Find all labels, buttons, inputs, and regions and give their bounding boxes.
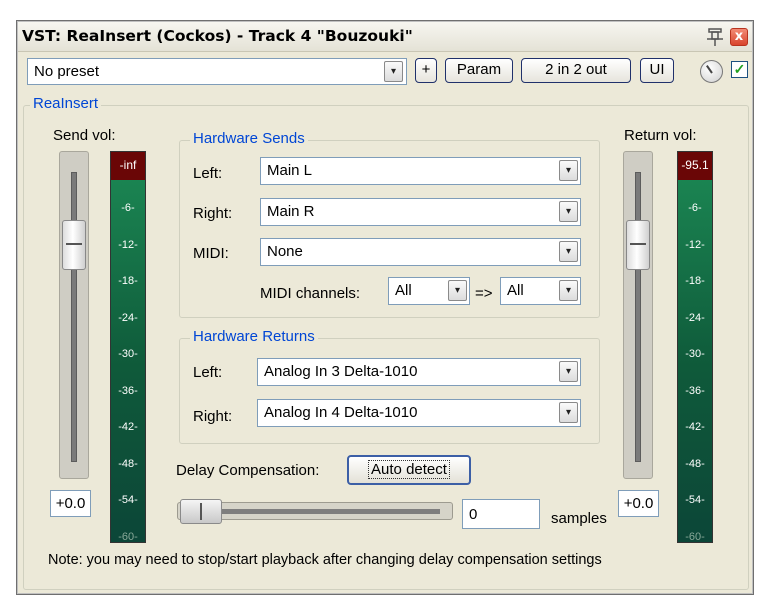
samples-unit-label: samples	[551, 510, 607, 527]
reainsert-group-label: ReaInsert	[30, 95, 102, 112]
sends-right-value: Main R	[267, 203, 315, 220]
meter-tick-label: -24-	[118, 311, 138, 324]
send-fader-slot	[71, 172, 77, 462]
title-bar[interactable]: VST: ReaInsert (Cockos) - Track 4 "Bouzo…	[18, 22, 752, 52]
meter-tick-label: -6-	[121, 202, 135, 214]
return-vol-input[interactable]: +0.0	[618, 490, 659, 517]
sends-left-value: Main L	[267, 162, 313, 179]
returns-left-select[interactable]: Analog In 3 Delta-1010 ▾	[257, 358, 581, 386]
meter-tick-label: -42-	[685, 421, 705, 433]
returns-right-select[interactable]: Analog In 4 Delta-1010 ▾	[257, 399, 581, 427]
midi-channel-from-select[interactable]: All ▾	[388, 277, 470, 305]
ui-button[interactable]: UI	[640, 58, 674, 83]
meter-tick-label: -54-	[685, 494, 705, 506]
param-button[interactable]: Param	[445, 58, 513, 83]
window-title: VST: ReaInsert (Cockos) - Track 4 "Bouzo…	[22, 27, 413, 45]
hardware-returns-group	[179, 338, 600, 444]
add-preset-button[interactable]: +	[415, 58, 437, 83]
samples-input[interactable]: 0	[462, 499, 540, 529]
chevron-down-icon[interactable]: ▾	[559, 280, 578, 301]
meter-tick-label: -60-	[685, 530, 705, 543]
meter-tick-label: -48-	[685, 457, 705, 470]
chevron-down-icon[interactable]: ▾	[559, 201, 578, 222]
meter-tick-label: -6-	[688, 202, 702, 214]
meter-tick-label: -60-	[118, 530, 138, 543]
close-button[interactable]: x	[730, 28, 748, 46]
meter-tick-label: -18-	[118, 275, 138, 287]
meter-tick-label: -36-	[118, 384, 138, 397]
midi-channel-to-select[interactable]: All ▾	[500, 277, 581, 305]
meter-tick-label: -54-	[118, 494, 138, 506]
hardware-sends-title: Hardware Sends	[190, 130, 308, 147]
chevron-down-icon[interactable]: ▾	[384, 61, 403, 82]
auto-detect-label: Auto detect	[368, 460, 450, 479]
meter-tick-label: -36-	[685, 384, 705, 397]
meter-tick-label: -30-	[685, 348, 705, 360]
pin-icon[interactable]	[706, 27, 724, 47]
sends-midi-value: None	[267, 243, 303, 260]
meter-tick-label: -18-	[685, 275, 705, 287]
chevron-down-icon[interactable]: ▾	[559, 241, 578, 262]
sends-left-select[interactable]: Main L ▾	[260, 157, 581, 185]
send-fader[interactable]	[59, 151, 89, 479]
return-fader-slot	[635, 172, 641, 462]
returns-right-value: Analog In 4 Delta-1010	[264, 404, 418, 421]
meter-tick-label: -12-	[118, 238, 138, 251]
delay-slider-slot	[198, 509, 440, 514]
sends-left-label: Left:	[193, 165, 223, 182]
meter-tick-label: -42-	[118, 421, 138, 433]
chevron-down-icon[interactable]: ▾	[559, 402, 578, 423]
midi-arrow: =>	[475, 285, 493, 302]
auto-detect-button[interactable]: Auto detect	[347, 455, 471, 485]
send-fader-thumb[interactable]	[62, 219, 86, 270]
bypass-checkbox[interactable]: ✓	[731, 61, 748, 78]
return-meter: -95.1 -6- -12- -18- -24- -30- -36- -42- -48- -54…	[677, 151, 713, 543]
chevron-down-icon[interactable]: ▾	[448, 280, 467, 301]
returns-left-value: Analog In 3 Delta-1010	[264, 363, 418, 380]
sends-midi-select[interactable]: None ▾	[260, 238, 581, 266]
send-meter-peak: -inf	[111, 152, 145, 180]
chevron-down-icon[interactable]: ▾	[559, 160, 578, 181]
delay-compensation-label: Delay Compensation:	[176, 462, 320, 479]
preset-select[interactable]: No preset ▾	[27, 58, 407, 85]
return-fader-thumb[interactable]	[626, 219, 650, 270]
returns-left-label: Left:	[193, 364, 223, 381]
wet-dry-knob[interactable]	[700, 60, 723, 83]
meter-tick-label: -24-	[685, 311, 705, 324]
return-fader[interactable]	[623, 151, 653, 479]
midi-channel-from-value: All	[395, 282, 412, 299]
note-text: Note: you may need to stop/start playbac…	[48, 552, 602, 568]
send-vol-input[interactable]: +0.0	[50, 490, 91, 517]
send-meter: -inf -6- -12- -18- -24- -30- -36- -42- -48- -54-…	[110, 151, 146, 543]
meter-tick-label: -12-	[685, 238, 705, 251]
returns-right-label: Right:	[193, 408, 233, 425]
samples-value: 0	[469, 506, 478, 523]
midi-channel-to-value: All	[507, 282, 524, 299]
send-vol-label: Send vol:	[53, 127, 116, 144]
midi-channels-label: MIDI channels:	[260, 285, 361, 302]
return-vol-label: Return vol:	[624, 127, 697, 144]
meter-tick-label: -30-	[118, 348, 138, 360]
delay-slider[interactable]	[177, 499, 453, 524]
io-config-button[interactable]: 2 in 2 out	[521, 58, 631, 83]
sends-midi-label: MIDI:	[193, 245, 229, 262]
sends-right-label: Right:	[193, 205, 233, 222]
chevron-down-icon[interactable]: ▾	[559, 361, 578, 382]
plugin-window: VST: ReaInsert (Cockos) - Track 4 "Bouzo…	[16, 20, 754, 595]
meter-tick-label: -48-	[118, 457, 138, 470]
delay-slider-thumb[interactable]	[180, 499, 222, 524]
sends-right-select[interactable]: Main R ▾	[260, 198, 581, 226]
return-meter-peak: -95.1	[678, 152, 712, 180]
hardware-returns-title: Hardware Returns	[190, 328, 318, 345]
preset-value: No preset	[34, 63, 100, 80]
